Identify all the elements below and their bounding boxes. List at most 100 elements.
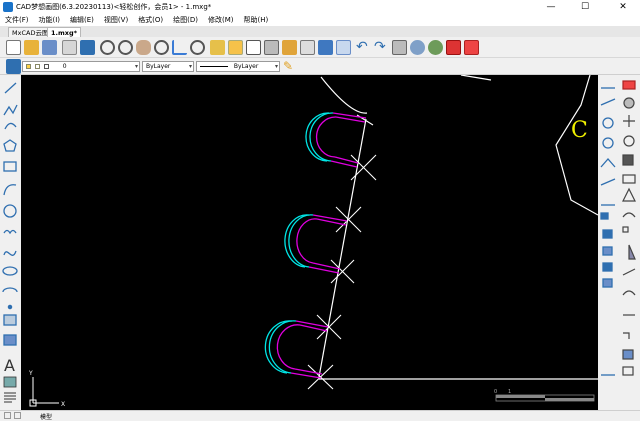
menu-function[interactable]: 功能(I) <box>34 15 66 25</box>
menu-view[interactable]: 视图(V) <box>99 15 133 25</box>
menu-draw[interactable]: 绘图(D) <box>168 15 203 25</box>
linetype-value: ByLayer <box>233 63 259 70</box>
image-icon <box>3 376 17 388</box>
tab-current-file[interactable]: 1.mxg* <box>47 27 82 37</box>
open-file-icon[interactable] <box>24 40 39 55</box>
chevron-down-icon: ▾ <box>274 63 278 70</box>
title-bar: CAD梦想画图(6.3.20230113)<轻松创作，会员1> - 1.mxg*… <box>0 0 640 14</box>
save-icon[interactable] <box>42 40 57 55</box>
web-icon[interactable] <box>410 40 425 55</box>
centerline <box>318 118 367 378</box>
menu-modify[interactable]: 修改(M) <box>203 15 239 25</box>
ucs-icon <box>29 377 59 407</box>
mirror-icon <box>622 187 636 202</box>
region-icon <box>3 334 17 346</box>
properties-panel-icon <box>622 366 634 376</box>
drawing-canvas[interactable]: C Y X 0 1 <box>21 74 599 410</box>
polygon-icon <box>3 139 17 152</box>
scale-label-right: 1 <box>508 389 511 395</box>
print-icon[interactable] <box>62 40 77 55</box>
menu-format[interactable]: 格式(O) <box>133 15 168 25</box>
circle-icon <box>3 204 17 218</box>
hook-group-3 <box>264 320 329 379</box>
zoom-window-icon[interactable] <box>100 40 115 55</box>
ellipse-arc-icon <box>2 287 18 293</box>
status-bar: 模型 <box>0 410 640 421</box>
pdf-icon[interactable] <box>446 40 461 55</box>
chevron-down-icon: ▾ <box>188 63 192 70</box>
menu-edit[interactable]: 编辑(E) <box>65 15 99 25</box>
rotate-icon <box>623 135 635 147</box>
trim-icon <box>628 244 636 260</box>
design-center-icon[interactable] <box>336 40 351 55</box>
ellipse-icon <box>2 266 18 276</box>
dim-diameter-icon <box>602 137 614 149</box>
pan-icon[interactable] <box>136 40 151 55</box>
modify-toolbar <box>598 75 640 410</box>
block-icon[interactable] <box>264 40 279 55</box>
measure-icon[interactable] <box>172 40 187 55</box>
hook-group-1 <box>305 112 367 168</box>
offset-icon <box>622 212 636 218</box>
array-rect-icon <box>622 226 629 233</box>
dim-aligned-icon <box>600 98 616 106</box>
new-file-icon[interactable] <box>6 40 21 55</box>
scale-label-left: 0 <box>494 389 497 395</box>
line-icon <box>4 82 17 94</box>
erase-icon <box>622 80 636 90</box>
contour-top-line <box>460 74 492 81</box>
undo-icon[interactable]: ↶ <box>356 40 371 55</box>
stretch-icon <box>622 174 636 184</box>
layer-dropdown[interactable]: 0 ▾ <box>22 61 140 72</box>
sun-icon <box>34 64 40 69</box>
table-icon[interactable] <box>246 40 261 55</box>
next-layout-button[interactable] <box>14 412 21 419</box>
linetype-dropdown[interactable]: ByLayer ▾ <box>196 61 280 72</box>
layer-icon[interactable] <box>6 59 21 74</box>
layer-manager-icon[interactable] <box>282 40 297 55</box>
menu-file[interactable]: 文件(F) <box>0 15 34 25</box>
zoom-extents-icon[interactable] <box>118 40 133 55</box>
maximize-button[interactable]: ☐ <box>574 0 596 14</box>
dim-angular-icon <box>600 158 616 168</box>
menu-help[interactable]: 帮助(H) <box>239 15 274 25</box>
plot-icon[interactable] <box>392 40 407 55</box>
color-dropdown[interactable]: ByLayer ▾ <box>142 61 194 72</box>
brush-icon[interactable]: ✎ <box>283 59 298 74</box>
redo-icon[interactable]: ↷ <box>374 40 389 55</box>
ucs-x-label: X <box>61 401 65 408</box>
hatch-icon <box>3 314 17 326</box>
arc-3p-icon <box>3 184 17 196</box>
color-value: ByLayer <box>146 63 171 70</box>
minimize-button[interactable]: — <box>540 0 562 14</box>
draw-toolbar: A <box>0 75 21 410</box>
match-prop-icon[interactable] <box>318 40 333 55</box>
text-style-icon[interactable] <box>210 40 225 55</box>
scale-icon <box>622 154 634 166</box>
properties-icon[interactable] <box>228 40 243 55</box>
move-icon <box>623 115 635 127</box>
modify-toolbar-icons <box>600 80 636 376</box>
globe-icon[interactable] <box>428 40 443 55</box>
tab-cloud-home[interactable]: MxCAD云图 <box>8 27 53 37</box>
contour-right <box>555 74 599 216</box>
copy-icon <box>623 97 635 109</box>
layer-toolbar: 0 ▾ ByLayer ▾ ByLayer ▾ ✎ <box>0 58 640 75</box>
rectangle-icon <box>3 161 17 172</box>
close-button[interactable]: ✕ <box>612 0 634 14</box>
fillet-icon <box>623 332 630 339</box>
layer-state-icon[interactable] <box>300 40 315 55</box>
prev-layout-button[interactable] <box>4 412 11 419</box>
contour-top-arc <box>320 76 368 114</box>
window-title: CAD梦想画图(6.3.20230113)<轻松创作，会员1> - 1.mxg* <box>16 3 212 11</box>
zoom-in-icon[interactable] <box>154 40 169 55</box>
polyline-icon <box>3 104 18 116</box>
image-export-icon[interactable] <box>464 40 479 55</box>
find-icon[interactable] <box>190 40 205 55</box>
ucs-y-label: Y <box>28 370 33 377</box>
save-as-icon[interactable] <box>80 40 95 55</box>
copy-obj-icon <box>602 229 613 239</box>
arc-icon <box>4 122 17 130</box>
dim-radius-icon <box>602 117 614 129</box>
hook-group-2 <box>284 214 348 274</box>
